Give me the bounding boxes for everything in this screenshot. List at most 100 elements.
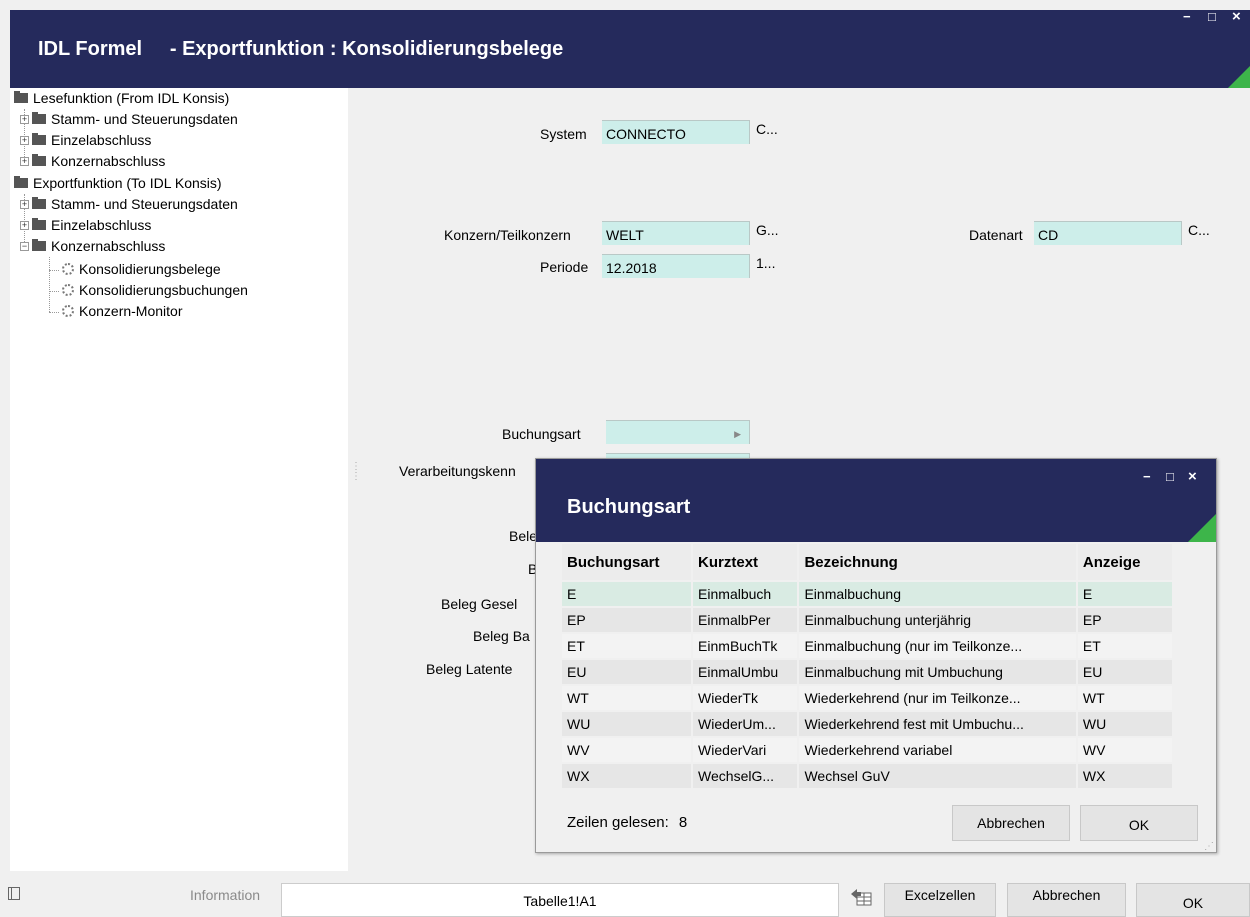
beleg-gesel-label: Beleg Gesel	[441, 596, 518, 612]
cell-bezeichnung: Wiederkehrend (nur im Teilkonze...	[799, 686, 1076, 710]
dropdown-arrow-icon[interactable]: ▶	[734, 421, 741, 447]
maximize-icon[interactable]: □	[1208, 9, 1216, 24]
tree-item-konsolidierungsbuchungen[interactable]: Konsolidierungsbuchungen	[62, 280, 248, 301]
tree-item-lese-konzernabschluss[interactable]: + Konzernabschluss	[20, 151, 165, 172]
titlebar-accent	[1228, 66, 1250, 88]
cell-anzeige: E	[1077, 582, 1172, 606]
collapse-icon[interactable]: −	[20, 241, 29, 251]
cell-kurztext: Einmalbuch	[693, 582, 798, 606]
navigation-tree: Lesefunktion (From IDL Konsis) + Stamm- u…	[10, 88, 348, 871]
rows-read-status: Zeilen gelesen: 8	[567, 814, 687, 831]
tree-item-exportfunktion[interactable]: Exportfunktion (To IDL Konsis)	[14, 173, 222, 194]
table-row[interactable]: EP EinmalbPer Einmalbuchung unterjährig …	[562, 608, 1172, 632]
tree-item-lesefunktion[interactable]: Lesefunktion (From IDL Konsis)	[14, 88, 229, 109]
column-header-kurztext[interactable]: Kurztext	[693, 544, 798, 580]
column-header-anzeige[interactable]: Anzeige	[1077, 544, 1172, 580]
folder-icon	[32, 218, 46, 231]
expand-icon[interactable]: +	[20, 199, 29, 209]
tree-item-konsolidierungsbelege[interactable]: Konsolidierungsbelege	[62, 259, 221, 280]
table-row[interactable]: ET EinmBuchTk Einmalbuchung (nur im Teil…	[562, 634, 1172, 658]
cell-kurztext: EinmalUmbu	[693, 660, 798, 684]
cell-bezeichnung: Einmalbuchung	[799, 582, 1076, 606]
expand-icon[interactable]: +	[20, 156, 29, 166]
expand-icon[interactable]: +	[20, 135, 29, 145]
cell-code: ET	[562, 634, 692, 658]
panel-toggle-icon[interactable]	[8, 887, 20, 900]
cell-anzeige: WV	[1077, 738, 1172, 762]
buchungsart-label: Buchungsart	[502, 426, 581, 442]
table-row[interactable]: WX WechselG... Wechsel GuV WX	[562, 764, 1172, 788]
excelzellen-button[interactable]: Excelzellen	[884, 883, 996, 917]
cancel-button[interactable]: Abbrechen	[1007, 883, 1126, 917]
tree-item-konzern-monitor[interactable]: Konzern-Monitor	[62, 301, 183, 322]
cell-kurztext: WechselG...	[693, 764, 798, 788]
folder-icon	[32, 112, 46, 125]
folder-icon	[32, 154, 46, 167]
dialog-maximize-icon[interactable]: □	[1166, 469, 1174, 484]
information-label: Information	[190, 887, 261, 903]
table-row[interactable]: WV WiederVari Wiederkehrend variabel WV	[562, 738, 1172, 762]
buchungsart-table: Buchungsart Kurztext Bezeichnung Anzeige…	[560, 542, 1174, 790]
cell-code: WT	[562, 686, 692, 710]
excel-picker-icon[interactable]	[849, 885, 875, 907]
expand-icon[interactable]: +	[20, 220, 29, 230]
dialog-title: Buchungsart	[567, 496, 691, 518]
app-title: IDL Formel - Exportfunktion : Konsolidie…	[38, 38, 564, 60]
table-row[interactable]: WU WiederUm... Wiederkehrend fest mit Um…	[562, 712, 1172, 736]
cell-code: WX	[562, 764, 692, 788]
datenart-field[interactable]: CD	[1034, 221, 1182, 245]
cell-bezeichnung: Wiederkehrend variabel	[799, 738, 1076, 762]
dialog-minimize-icon[interactable]: −	[1143, 469, 1151, 484]
column-header-buchungsart[interactable]: Buchungsart	[562, 544, 692, 580]
resize-grip-icon[interactable]: ⋰	[1204, 841, 1214, 852]
column-header-bezeichnung[interactable]: Bezeichnung	[799, 544, 1076, 580]
periode-label: Periode	[540, 259, 589, 275]
cell-bezeichnung: Einmalbuchung mit Umbuchung	[799, 660, 1076, 684]
cell-anzeige: ET	[1077, 634, 1172, 658]
minimize-icon[interactable]: −	[1183, 9, 1191, 24]
cell-kurztext: WiederVari	[693, 738, 798, 762]
cell-anzeige: WX	[1077, 764, 1172, 788]
buchungsart-dropdown[interactable]: ▶	[606, 420, 750, 444]
system-field[interactable]: CONNECTO	[602, 120, 750, 144]
cell-anzeige: EU	[1077, 660, 1172, 684]
cell-kurztext: WiederTk	[693, 686, 798, 710]
periode-field[interactable]: 12.2018	[602, 254, 750, 278]
dialog-close-icon[interactable]: ×	[1188, 468, 1197, 485]
table-row[interactable]: WT WiederTk Wiederkehrend (nur im Teilko…	[562, 686, 1172, 710]
cell-kurztext: EinmalbPer	[693, 608, 798, 632]
table-header-row: Buchungsart Kurztext Bezeichnung Anzeige	[562, 544, 1172, 580]
cell-code: EP	[562, 608, 692, 632]
cell-bezeichnung: Wechsel GuV	[799, 764, 1076, 788]
tree-item-lese-stammdaten[interactable]: + Stamm- und Steuerungsdaten	[20, 109, 238, 130]
table-row[interactable]: EU EinmalUmbu Einmalbuchung mit Umbuchun…	[562, 660, 1172, 684]
close-icon[interactable]: ×	[1232, 8, 1241, 25]
ok-button[interactable]: OK	[1136, 883, 1250, 917]
gear-icon	[62, 284, 74, 297]
table-row[interactable]: E Einmalbuch Einmalbuchung E	[562, 582, 1172, 606]
tree-item-export-stammdaten[interactable]: + Stamm- und Steuerungsdaten	[20, 194, 238, 215]
konzern-suffix: G...	[756, 222, 779, 238]
rows-read-count: 8	[678, 814, 688, 831]
expand-icon[interactable]: +	[20, 114, 29, 124]
splitter-grip[interactable]: ⋮ ⋮	[351, 462, 361, 482]
tree-item-lese-einzelabschluss[interactable]: + Einzelabschluss	[20, 130, 151, 151]
tree-item-export-einzelabschluss[interactable]: + Einzelabschluss	[20, 215, 151, 236]
konzern-field[interactable]: WELT	[602, 221, 750, 245]
cell-kurztext: EinmBuchTk	[693, 634, 798, 658]
dialog-ok-button[interactable]: OK	[1080, 805, 1198, 841]
verarbeitung-label: Verarbeitungskenn	[399, 463, 516, 479]
buchungsart-dialog: Buchungsart − □ × Buchungsart Kurztext B…	[535, 458, 1217, 853]
cell-anzeige: WT	[1077, 686, 1172, 710]
tree-item-export-konzernabschluss[interactable]: − Konzernabschluss	[20, 236, 165, 257]
dialog-titlebar: Buchungsart	[536, 459, 1216, 542]
folder-icon	[14, 176, 28, 189]
dialog-cancel-button[interactable]: Abbrechen	[952, 805, 1070, 841]
folder-icon	[14, 91, 28, 104]
cell-code: EU	[562, 660, 692, 684]
cell-reference-field[interactable]: Tabelle1!A1	[281, 883, 839, 917]
cell-kurztext: WiederUm...	[693, 712, 798, 736]
app-titlebar: IDL Formel - Exportfunktion : Konsolidie…	[10, 10, 1250, 88]
cell-anzeige: EP	[1077, 608, 1172, 632]
beleg-ba-label: Beleg Ba	[473, 628, 530, 644]
